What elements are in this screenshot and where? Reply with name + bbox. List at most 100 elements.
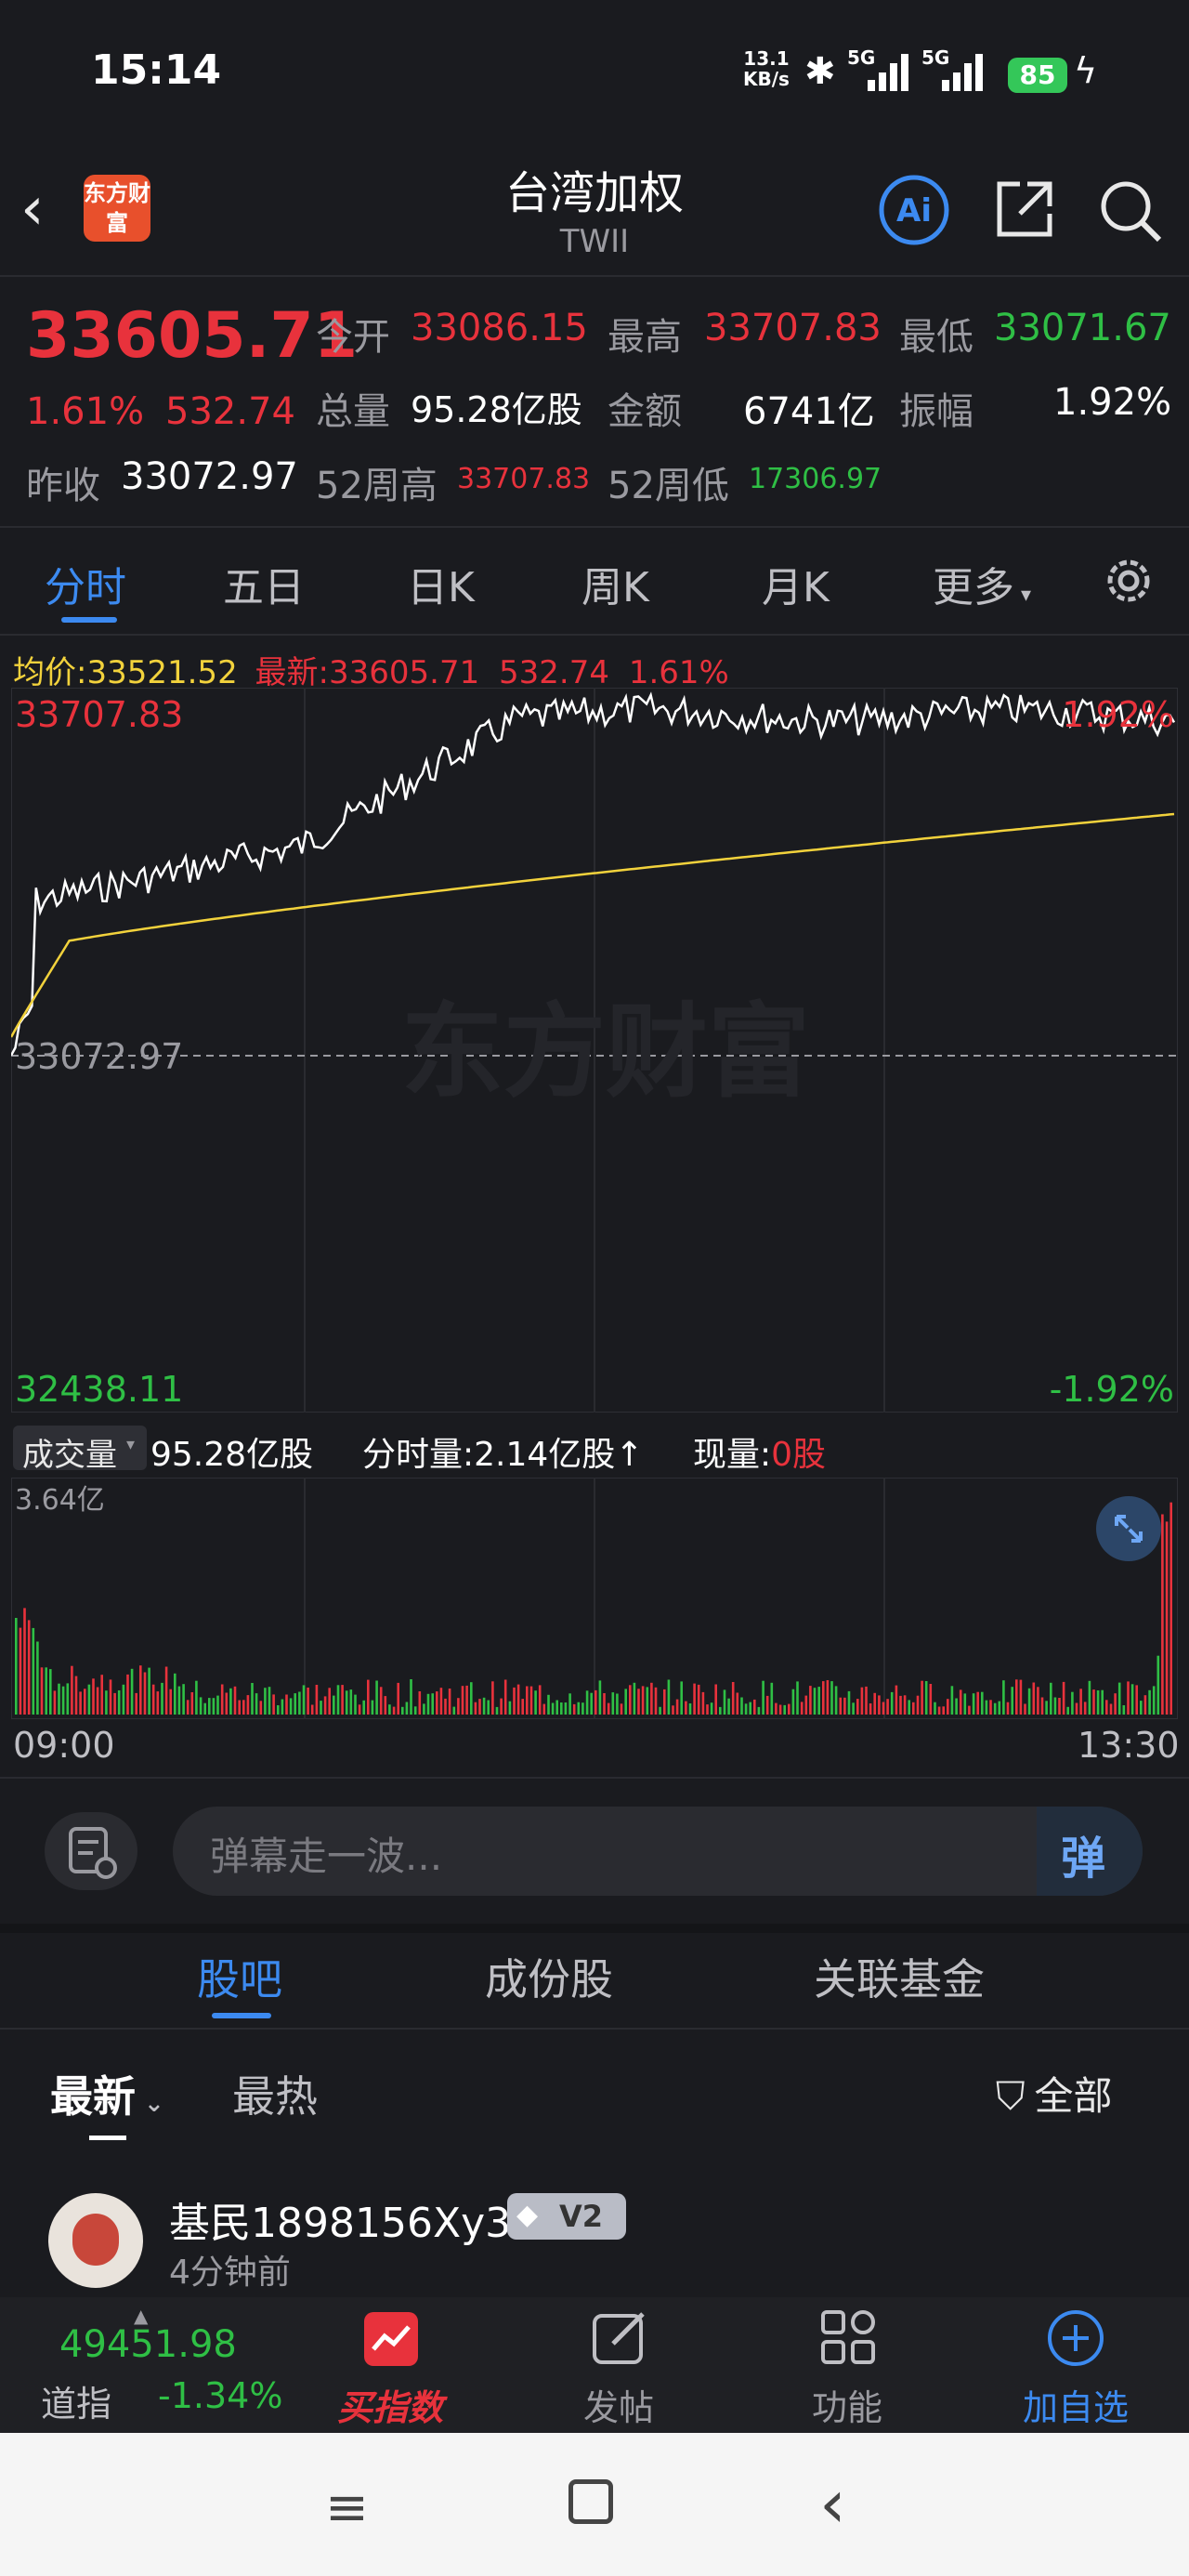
volume-bar [723,1689,726,1715]
volume-bar [49,1669,52,1715]
volume-bar [1058,1698,1061,1715]
volume-bar [1156,1655,1160,1715]
volume-bar [220,1684,224,1715]
volume-bar [843,1697,846,1715]
volume-bar [542,1703,546,1715]
volume-bar [950,1686,954,1715]
volume-bar [646,1687,649,1715]
add-icon[interactable] [1046,2308,1105,2368]
latest-change: 532.74 [499,654,609,691]
volume-chart[interactable]: 3.64亿 [11,1478,1178,1719]
nav-functions[interactable]: 功能 [764,2379,931,2430]
settings-icon[interactable] [1100,552,1157,610]
volume-bar [762,1680,764,1715]
status-bar: 15:14 13.1 KB/s ✱ 5G 5G 85 ϟ [0,0,1189,149]
volume-max-label: 3.64亿 [15,1484,105,1517]
amount-label: 金额 [608,390,682,433]
menu-icon[interactable]: ≡ [325,2477,369,2538]
back-nav-icon[interactable]: ‹ [819,2464,846,2543]
grid-icon[interactable] [817,2307,879,2368]
avatar[interactable] [48,2193,143,2288]
tab-stock-forum[interactable]: 股吧 [197,1946,282,2007]
tab-weekly-k[interactable]: 周K [581,554,649,613]
volume-bar [890,1691,894,1715]
volume-bar [461,1686,464,1715]
volume-bar [765,1695,769,1715]
volume-bar [105,1690,108,1715]
volume-bar [203,1702,206,1715]
volume-bar [113,1692,116,1715]
ai-icon[interactable]: Ai [877,173,951,247]
intraday-price-chart[interactable]: 东方财富 33707.83 1.92% 33072.97 32438.11 -1… [11,688,1178,1413]
buy-index-icon[interactable] [362,2310,420,2368]
volume-bar [985,1700,988,1715]
volume-bar [379,1687,383,1715]
dropdown-icon: ▾ [126,1435,136,1454]
volume-bar [993,1702,997,1715]
volume-bar [470,1682,473,1715]
volume-bar [169,1689,172,1715]
volume-bar [1088,1680,1091,1715]
volume-bar [289,1698,293,1715]
volume-bar [697,1684,700,1715]
nav-buy-index[interactable]: 买指数 [307,2379,474,2430]
volume-bar [1130,1684,1134,1715]
tab-monthly-k[interactable]: 月K [762,554,830,613]
volume-bar [259,1701,263,1715]
volume-bar [727,1698,730,1715]
home-icon[interactable] [568,2479,613,2524]
charging-icon: ϟ [1074,50,1098,91]
volume-bar [1050,1682,1052,1715]
share-icon[interactable] [992,177,1057,242]
nav-post[interactable]: 发帖 [535,2379,702,2430]
volume-bar [1105,1700,1108,1715]
dow-index-percent[interactable]: -1.34% [158,2375,282,2416]
filter-all-button[interactable]: ⛉ 全部 [996,2065,1113,2122]
volume-selector[interactable]: 成交量 ▾ [13,1426,147,1474]
user-level-text: V2 [559,2199,604,2234]
tab-five-day[interactable]: 五日 [223,554,305,613]
nav-add-watchlist[interactable]: 加自选 [992,2379,1159,2430]
volume-bar [516,1684,520,1715]
danmu-toggle-button[interactable] [45,1812,137,1890]
tab-constituents[interactable]: 成份股 [485,1946,613,2007]
tab-more[interactable]: 更多 ▾ [933,554,1031,613]
volume-bar [796,1681,799,1715]
compose-icon[interactable] [589,2307,650,2368]
tab-daily-k[interactable]: 日K [407,554,475,613]
volume-bar [791,1689,795,1715]
volume-bar [444,1698,447,1715]
filter-hot[interactable]: 最热 [232,2063,318,2124]
volume-bar [899,1695,902,1715]
volume-label: 总量 [316,390,390,433]
signal-icon-2 [942,54,983,91]
volume-bar [251,1683,254,1715]
dow-index-label[interactable]: 道指 [41,2375,111,2426]
volume-bar [143,1672,147,1715]
tab-related-funds[interactable]: 关联基金 [814,1946,985,2007]
search-icon[interactable] [1096,177,1165,245]
volume-bar [1135,1685,1138,1715]
volume-bar [680,1681,683,1715]
volume-bar [607,1702,610,1715]
volume-bar [285,1694,288,1715]
post-username[interactable]: 基民1898156Xy3 [169,2189,511,2249]
danmu-send-button[interactable]: 弹 [1037,1807,1143,1896]
open-value: 33086.15 [411,307,588,349]
volume-bar [710,1702,713,1715]
volume-bar [71,1665,73,1715]
volume-bar [277,1705,280,1715]
volume-bar [839,1697,843,1715]
dow-index-value[interactable]: 49451.98 [59,2323,237,2366]
expand-chart-button[interactable] [1096,1496,1161,1561]
now-volume-value: 0股 [771,1436,827,1474]
volume-bar [1101,1689,1104,1715]
tab-intraday[interactable]: 分时 [45,554,126,613]
volume-bar [1024,1703,1026,1715]
volume-value: 95.28亿股 [411,389,582,430]
volume-bar [246,1695,250,1715]
volume-bar [268,1687,271,1715]
danmu-input[interactable]: 弹幕走一波... 弹 [173,1807,1143,1896]
volume-bar [156,1691,160,1715]
filter-latest[interactable]: 最新 ⌄ [50,2063,164,2124]
